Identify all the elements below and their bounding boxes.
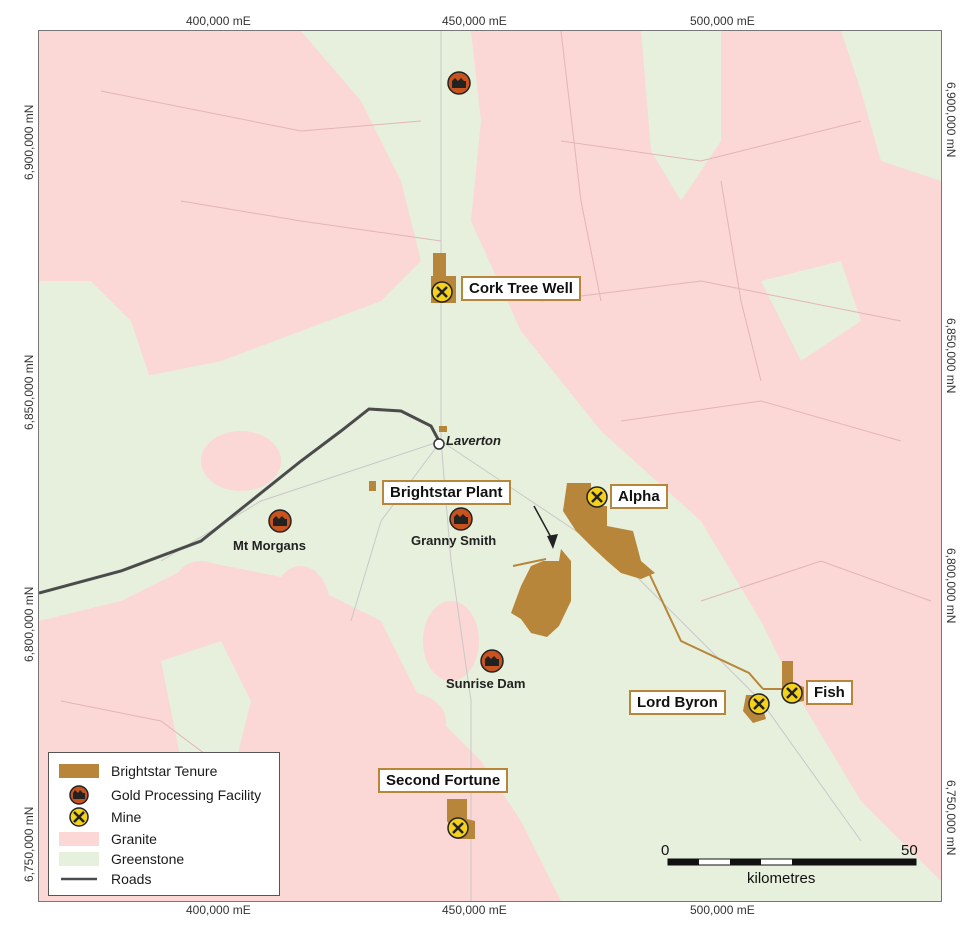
easting-label-top-400000: 400,000 mE — [186, 14, 251, 28]
easting-label-bottom-500000: 500,000 mE — [690, 903, 755, 917]
northing-label-right-6900000: 6,900,000 mN — [944, 82, 958, 158]
legend-label: Gold Processing Facility — [111, 787, 262, 803]
place-label-alpha[interactable]: Alpha — [610, 484, 668, 509]
northing-label-left-6900000: 6,900,000 mN — [22, 104, 36, 180]
factory-icon — [69, 785, 89, 805]
pick-axe-icon — [781, 682, 803, 704]
easting-label-bottom-450000: 450,000 mE — [442, 903, 507, 917]
legend: Brightstar Tenure Gold Processing Facili… — [48, 752, 280, 896]
northing-label-left-6750000: 6,750,000 mN — [22, 806, 36, 882]
place-label-fish[interactable]: Fish — [806, 680, 853, 705]
place-label-lord-byron[interactable]: Lord Byron — [629, 690, 726, 715]
legend-label: Brightstar Tenure — [111, 763, 218, 779]
place-label-mt-morgans[interactable]: Mt Morgans — [233, 538, 306, 553]
scale-unit: kilometres — [747, 870, 816, 887]
laverton-town-marker — [433, 438, 445, 450]
easting-label-bottom-400000: 400,000 mE — [186, 903, 251, 917]
pick-axe-icon — [447, 817, 469, 839]
legend-item-gold: Gold Processing Facility — [59, 785, 261, 805]
scale-label-end: 50 — [901, 842, 918, 859]
legend-item-granite: Granite — [59, 831, 157, 847]
scale-bar — [667, 858, 917, 866]
factory-icon — [447, 71, 471, 95]
place-label-granny-smith[interactable]: Granny Smith — [411, 533, 496, 548]
legend-item-roads: Roads — [59, 871, 151, 887]
northing-label-right-6750000: 6,750,000 mN — [944, 780, 958, 856]
place-label-sunrise-dam[interactable]: Sunrise Dam — [446, 676, 525, 691]
legend-label: Greenstone — [111, 851, 185, 867]
greenstone-swatch — [59, 852, 99, 866]
legend-item-tenure: Brightstar Tenure — [59, 763, 217, 779]
scale-label-start: 0 — [661, 842, 670, 859]
factory-icon — [449, 507, 473, 531]
northing-label-right-6800000: 6,800,000 mN — [944, 548, 958, 624]
legend-label: Mine — [111, 809, 142, 825]
pick-axe-icon — [69, 807, 89, 827]
granite-swatch — [59, 832, 99, 846]
pick-axe-icon — [431, 281, 453, 303]
northing-label-right-6850000: 6,850,000 mN — [944, 318, 958, 394]
legend-item-mine: Mine — [59, 807, 141, 827]
factory-icon — [268, 509, 292, 533]
place-label-laverton[interactable]: Laverton — [446, 433, 501, 448]
place-label-cork-tree-well[interactable]: Cork Tree Well — [461, 276, 581, 301]
northing-label-left-6800000: 6,800,000 mN — [22, 586, 36, 662]
place-label-second-fortune[interactable]: Second Fortune — [378, 768, 509, 793]
easting-label-top-450000: 450,000 mE — [442, 14, 507, 28]
road-line-icon — [61, 877, 97, 881]
legend-item-greenstone: Greenstone — [59, 851, 184, 867]
place-label-brightstar-plant[interactable]: Brightstar Plant — [382, 480, 511, 505]
northing-label-left-6850000: 6,850,000 mN — [22, 354, 36, 430]
tenure-swatch — [59, 764, 99, 778]
pick-axe-icon — [586, 486, 608, 508]
legend-label: Roads — [111, 871, 152, 887]
legend-label: Granite — [111, 831, 157, 847]
pick-axe-icon — [748, 693, 770, 715]
factory-icon — [480, 649, 504, 673]
easting-label-top-500000: 500,000 mE — [690, 14, 755, 28]
